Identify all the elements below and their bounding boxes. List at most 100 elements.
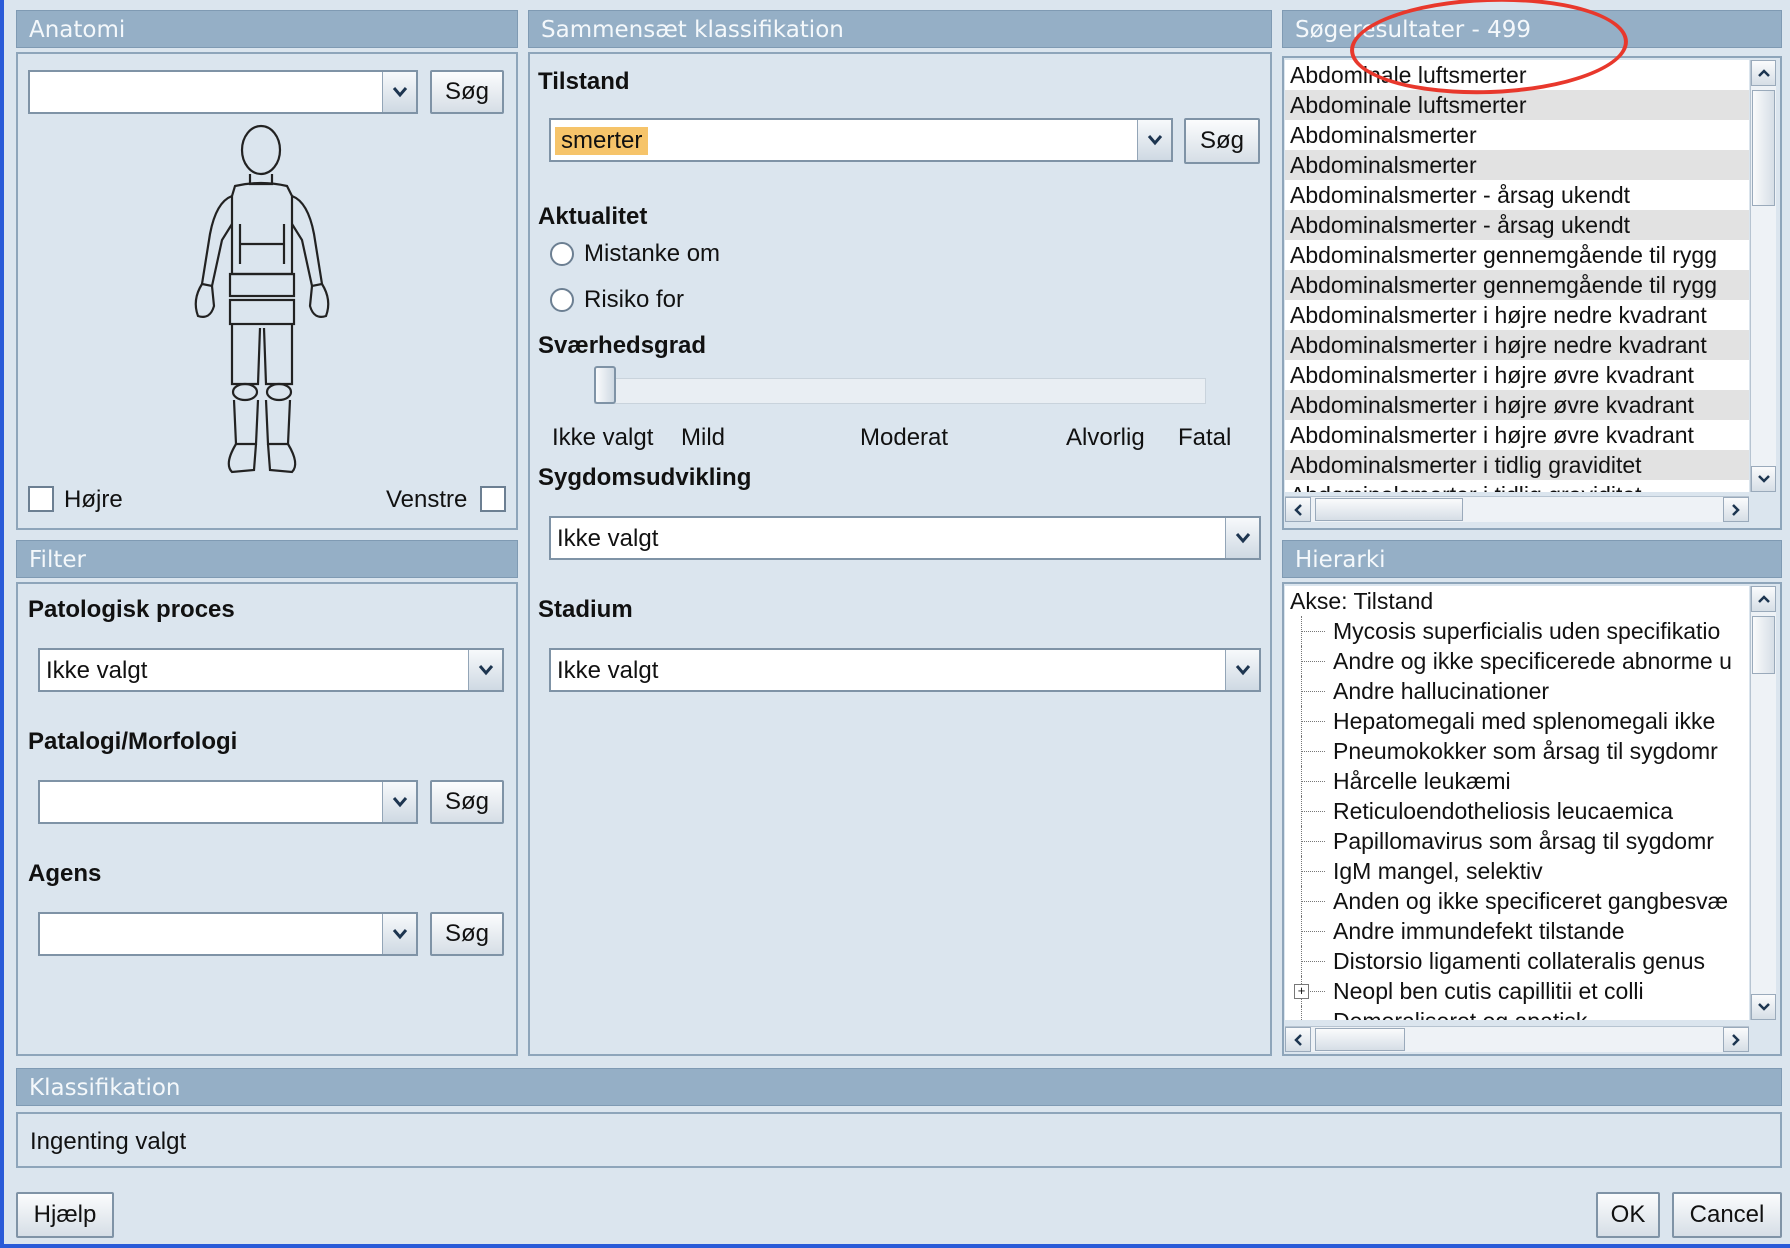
anatomy-search-combo[interactable] <box>28 70 418 114</box>
hierarchy-tree[interactable]: Akse: Tilstand Mycosis superficialis ude… <box>1285 586 1749 1020</box>
hierarchy-scroll-thumb[interactable] <box>1752 616 1775 674</box>
result-item[interactable]: Abdominalsmerter i højre nedre kvadrant <box>1285 300 1749 330</box>
cancel-button[interactable]: Cancel <box>1672 1192 1782 1238</box>
filter-header: Filter <box>16 540 518 578</box>
tree-node[interactable]: Mycosis superficialis uden specifikatio <box>1285 616 1749 646</box>
results-hscroll-thumb[interactable] <box>1315 498 1463 521</box>
tree-node[interactable]: + Neopl ben cutis capillitii et colli <box>1285 976 1749 1006</box>
agens-label: Agens <box>28 860 102 887</box>
tree-node-label: Distorsio ligamenti collateralis genus <box>1333 948 1705 974</box>
result-item[interactable]: Abdominalsmerter i højre øvre kvadrant <box>1285 390 1749 420</box>
scroll-right-icon[interactable] <box>1723 1027 1749 1052</box>
tree-node-label: Demoraliseret og apatisk <box>1333 1008 1587 1020</box>
result-item[interactable]: Abdominalsmerter i tidlig graviditet <box>1285 450 1749 480</box>
development-value: Ikke valgt <box>557 525 659 552</box>
tree-node[interactable]: Reticuloendotheliosis leucaemica <box>1285 796 1749 826</box>
tree-node[interactable]: Pneumokokker som årsag til sygdomr <box>1285 736 1749 766</box>
chevron-down-icon[interactable] <box>1225 650 1259 690</box>
condition-label: Tilstand <box>538 68 630 95</box>
left-side-checkbox[interactable] <box>480 486 506 512</box>
agens-combo[interactable] <box>38 912 418 956</box>
hierarchy-horizontal-scrollbar[interactable] <box>1285 1026 1749 1052</box>
scroll-right-icon[interactable] <box>1723 497 1749 522</box>
radio-button[interactable] <box>550 242 574 266</box>
anatomy-search-button[interactable]: Søg <box>430 70 504 114</box>
chevron-down-icon[interactable] <box>382 782 416 822</box>
tree-expand-icon[interactable]: + <box>1294 984 1309 999</box>
left-side-label: Venstre <box>386 486 468 513</box>
result-item[interactable]: Abdominalsmerter - årsag ukendt <box>1285 180 1749 210</box>
result-item[interactable]: Abdominalsmerter <box>1285 150 1749 180</box>
condition-search-button[interactable]: Søg <box>1184 118 1260 164</box>
chevron-down-icon[interactable] <box>382 914 416 954</box>
chevron-down-icon[interactable] <box>382 72 416 112</box>
scroll-left-icon[interactable] <box>1285 1027 1311 1052</box>
chevron-down-icon[interactable] <box>468 650 502 690</box>
anatomy-header: Anatomi <box>16 10 518 48</box>
tree-node[interactable]: Papillomavirus som årsag til sygdomr <box>1285 826 1749 856</box>
result-item[interactable]: Abdominalsmerter gennemgående til rygg <box>1285 270 1749 300</box>
ok-button[interactable]: OK <box>1596 1192 1660 1238</box>
tree-root[interactable]: Akse: Tilstand <box>1285 586 1749 616</box>
scroll-up-icon[interactable] <box>1751 586 1776 612</box>
tree-node[interactable]: Andre og ikke specificerede abnorme u <box>1285 646 1749 676</box>
agens-search-button[interactable]: Søg <box>430 912 504 956</box>
result-item[interactable]: Abdominalsmerter i højre nedre kvadrant <box>1285 330 1749 360</box>
tree-node[interactable]: Hepatomegali med splenomegali ikke <box>1285 706 1749 736</box>
results-vertical-scrollbar[interactable] <box>1750 60 1776 492</box>
radio-button[interactable] <box>550 288 574 312</box>
tree-node-label: Papillomavirus som årsag til sygdomr <box>1333 828 1714 854</box>
severity-tick-fatal: Fatal <box>1178 424 1232 451</box>
radio-risk[interactable]: Risiko for <box>550 286 684 314</box>
pathology-search-button[interactable]: Søg <box>430 780 504 824</box>
condition-combo[interactable]: smerter <box>549 118 1173 162</box>
development-select[interactable]: Ikke valgt <box>549 516 1261 560</box>
stage-select[interactable]: Ikke valgt <box>549 648 1261 692</box>
chevron-down-icon[interactable] <box>1137 120 1171 160</box>
result-item[interactable]: Abdominalsmerter <box>1285 120 1749 150</box>
severity-tick-none: Ikke valgt <box>552 424 654 451</box>
result-item[interactable]: Abdominalsmerter i højre øvre kvadrant <box>1285 360 1749 390</box>
pathologic-process-label: Patologisk proces <box>28 596 235 623</box>
tree-node[interactable]: IgM mangel, selektiv <box>1285 856 1749 886</box>
pathology-combo[interactable] <box>38 780 418 824</box>
tree-node[interactable]: Hårcelle leukæmi <box>1285 766 1749 796</box>
tree-node-label: Hårcelle leukæmi <box>1333 768 1511 794</box>
tree-node-label: Anden og ikke specificeret gangbesvæ <box>1333 888 1729 914</box>
result-item[interactable]: Abdominalsmerter i højre øvre kvadrant <box>1285 420 1749 450</box>
result-item[interactable]: Abdominalsmerter - årsag ukendt <box>1285 210 1749 240</box>
severity-slider-thumb[interactable] <box>594 366 616 404</box>
chevron-down-icon[interactable] <box>1225 518 1259 558</box>
radio-risk-label: Risiko for <box>584 286 685 313</box>
tree-node[interactable]: Andre hallucinationer <box>1285 676 1749 706</box>
human-body-icon[interactable] <box>180 124 348 476</box>
scroll-up-icon[interactable] <box>1751 60 1776 86</box>
results-list[interactable]: Abdominale luftsmerter Abdominale luftsme… <box>1285 60 1749 492</box>
scroll-down-icon[interactable] <box>1751 994 1776 1020</box>
pathologic-process-select[interactable]: Ikke valgt <box>38 648 504 692</box>
condition-value: smerter <box>555 127 649 155</box>
hierarchy-header: Hierarki <box>1282 540 1782 578</box>
radio-suspicion[interactable]: Mistanke om <box>550 240 720 268</box>
result-item[interactable]: Abdominale luftsmerter <box>1285 90 1749 120</box>
scroll-down-icon[interactable] <box>1751 466 1776 492</box>
scroll-left-icon[interactable] <box>1285 497 1311 522</box>
results-horizontal-scrollbar[interactable] <box>1285 496 1749 522</box>
result-item[interactable]: Abdominalsmerter i tidlig graviditet <box>1285 480 1749 492</box>
tree-node[interactable]: Distorsio ligamenti collateralis genus <box>1285 946 1749 976</box>
hierarchy-vertical-scrollbar[interactable] <box>1750 586 1776 1020</box>
result-item[interactable]: Abdominalsmerter gennemgående til rygg <box>1285 240 1749 270</box>
tree-node[interactable]: Anden og ikke specificeret gangbesvæ <box>1285 886 1749 916</box>
tree-node-label: Pneumokokker som årsag til sygdomr <box>1333 738 1718 764</box>
radio-suspicion-label: Mistanke om <box>584 240 721 267</box>
stage-label: Stadium <box>538 596 633 623</box>
development-label: Sygdomsudvikling <box>538 464 752 491</box>
tree-node[interactable]: Andre immundefekt tilstande <box>1285 916 1749 946</box>
tree-node[interactable]: Demoraliseret og apatisk <box>1285 1006 1749 1020</box>
severity-slider-track[interactable] <box>594 378 1206 404</box>
help-button[interactable]: Hjælp <box>16 1192 114 1238</box>
hierarchy-hscroll-thumb[interactable] <box>1315 1028 1405 1051</box>
right-side-checkbox[interactable] <box>28 486 54 512</box>
tree-node-label: Reticuloendotheliosis leucaemica <box>1333 798 1674 824</box>
results-scroll-thumb[interactable] <box>1752 90 1775 206</box>
